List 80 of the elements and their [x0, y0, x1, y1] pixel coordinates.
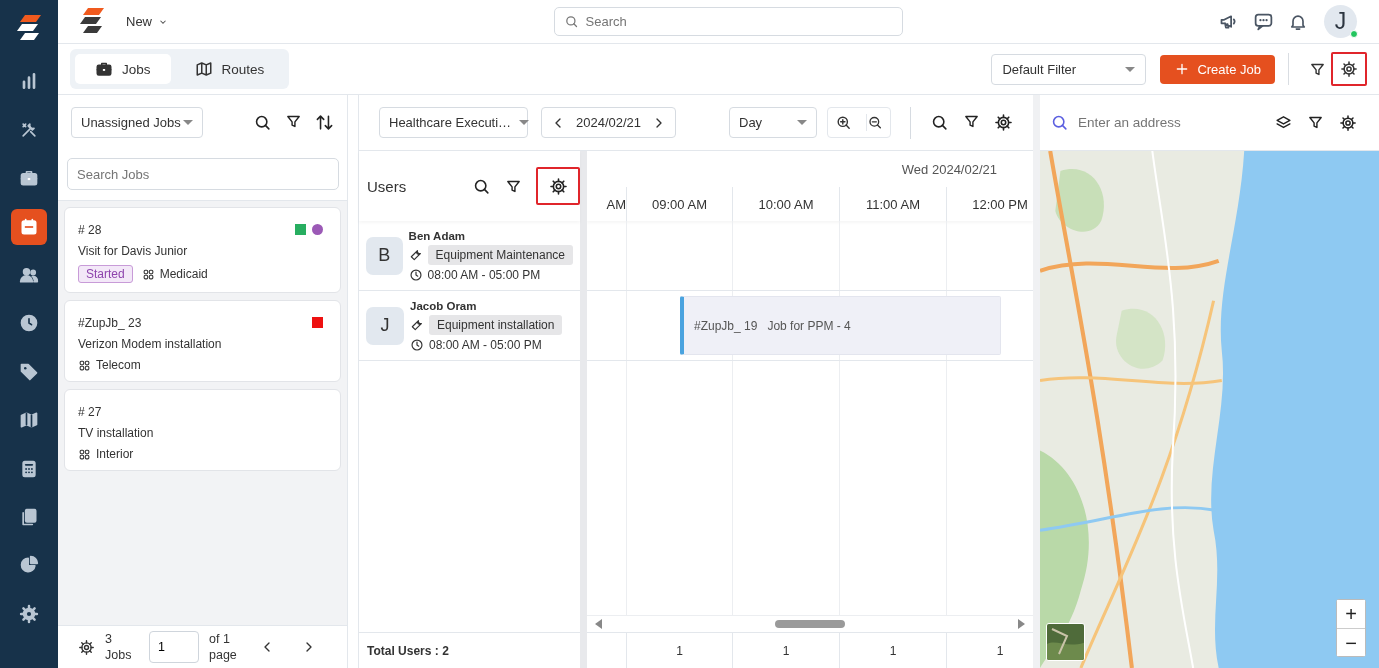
hour-count: 1 [626, 633, 732, 668]
page-field[interactable]: 1 [149, 631, 199, 663]
hour-count: 1 [839, 633, 946, 668]
zoom-in-icon[interactable] [835, 114, 852, 131]
job-number: # 27 [78, 405, 103, 419]
users-title: Users [367, 177, 407, 195]
job-title: TV installation [78, 426, 155, 440]
day-label: Wed 2024/02/21 [901, 161, 997, 177]
working-hours: 08:00 AM - 05:00 PM [427, 267, 541, 282]
category-icon [78, 358, 91, 372]
total-users: Total Users : 2 [359, 632, 580, 668]
job-card[interactable]: #ZupJb_ 23 Verizon Modem installation Telecom [64, 300, 341, 382]
user-name: Ben Adam [408, 229, 467, 242]
skill-tag: Equipment Maintenance [427, 244, 573, 265]
skill-tag: Equipment installation [429, 314, 563, 335]
briefcase-icon [95, 60, 113, 78]
job-title: Verizon Modem installation [78, 337, 223, 351]
category-icon [141, 267, 155, 281]
user-avatar[interactable]: J [1324, 5, 1357, 38]
hour-header: 09:00 AM [626, 187, 732, 221]
sort-icon[interactable] [315, 113, 334, 132]
users-settings-button[interactable] [536, 167, 580, 205]
briefcase-icon [19, 168, 39, 189]
map-icon [194, 60, 213, 78]
tag-icon [19, 361, 39, 382]
sidebar-item[interactable] [11, 208, 47, 245]
search-icon [563, 14, 579, 29]
map-icon [19, 410, 39, 431]
status-badge: Started [78, 265, 133, 283]
hour-header: 10:00 AM [732, 187, 839, 221]
filter-select[interactable]: Default Filter [991, 53, 1147, 85]
documents-icon [19, 506, 39, 527]
settings-icon[interactable] [1339, 113, 1357, 132]
page-total: of 1 page [209, 630, 238, 664]
job-number: # 28 [78, 223, 103, 237]
search-field[interactable]: Search [553, 7, 903, 36]
layers-icon[interactable] [1275, 113, 1292, 131]
calculator-icon [19, 458, 39, 479]
settings-icon[interactable] [994, 113, 1013, 132]
category-icon [78, 447, 91, 461]
date-navigator[interactable]: 2024/02/21 [541, 107, 677, 138]
chat-icon[interactable] [1253, 11, 1274, 32]
job-number: #ZupJb_ 23 [78, 316, 143, 330]
settings-icon [19, 603, 39, 624]
clock-icon [19, 313, 39, 334]
team-select[interactable]: Healthcare Executi… [379, 107, 528, 138]
job-category: Telecom [96, 358, 141, 372]
job-category: Interior [96, 447, 134, 461]
job-card[interactable]: # 28 Visit for Davis Junior Started Medicaid [64, 207, 341, 293]
settings-icon[interactable] [78, 638, 95, 656]
search-icon[interactable] [253, 113, 272, 132]
search-jobs-field[interactable]: Search Jobs [67, 158, 339, 190]
hour-header: 11:00 AM [839, 187, 946, 221]
clock-icon [408, 267, 423, 282]
clock-icon [410, 337, 424, 352]
filter-icon[interactable] [285, 113, 302, 130]
tab[interactable]: Jobs [75, 54, 171, 84]
working-hours: 08:00 AM - 05:00 PM [429, 337, 542, 352]
zoom-out-icon[interactable] [866, 114, 883, 131]
user-avatar: B [366, 236, 403, 275]
tab[interactable]: Routes [174, 54, 285, 84]
hour-header: AM [605, 195, 626, 214]
filter-icon[interactable] [963, 113, 980, 130]
user-name: Jacob Oram [410, 299, 478, 312]
settings-button[interactable] [1331, 52, 1367, 86]
job-event[interactable]: #ZupJb_ 19 Job for PPM - 4 [680, 296, 1001, 355]
create-job-button[interactable]: Create Job [1160, 54, 1275, 84]
new-menu[interactable]: New [126, 14, 168, 29]
view-select[interactable]: Day [729, 107, 817, 138]
settings-icon [548, 176, 568, 196]
job-category: Medicaid [159, 267, 208, 281]
calendar-icon [19, 216, 39, 237]
job-list-select[interactable]: Unassigned Jobs [71, 107, 203, 138]
user-avatar: J [366, 306, 404, 345]
hour-count: 1 [732, 633, 839, 668]
job-title: Visit for Davis Junior [78, 244, 189, 258]
job-count: 3 Jobs [105, 630, 133, 664]
job-card[interactable]: # 27 TV installation Interior [64, 389, 341, 471]
settings-icon [1340, 60, 1358, 78]
search-icon[interactable] [930, 113, 949, 132]
